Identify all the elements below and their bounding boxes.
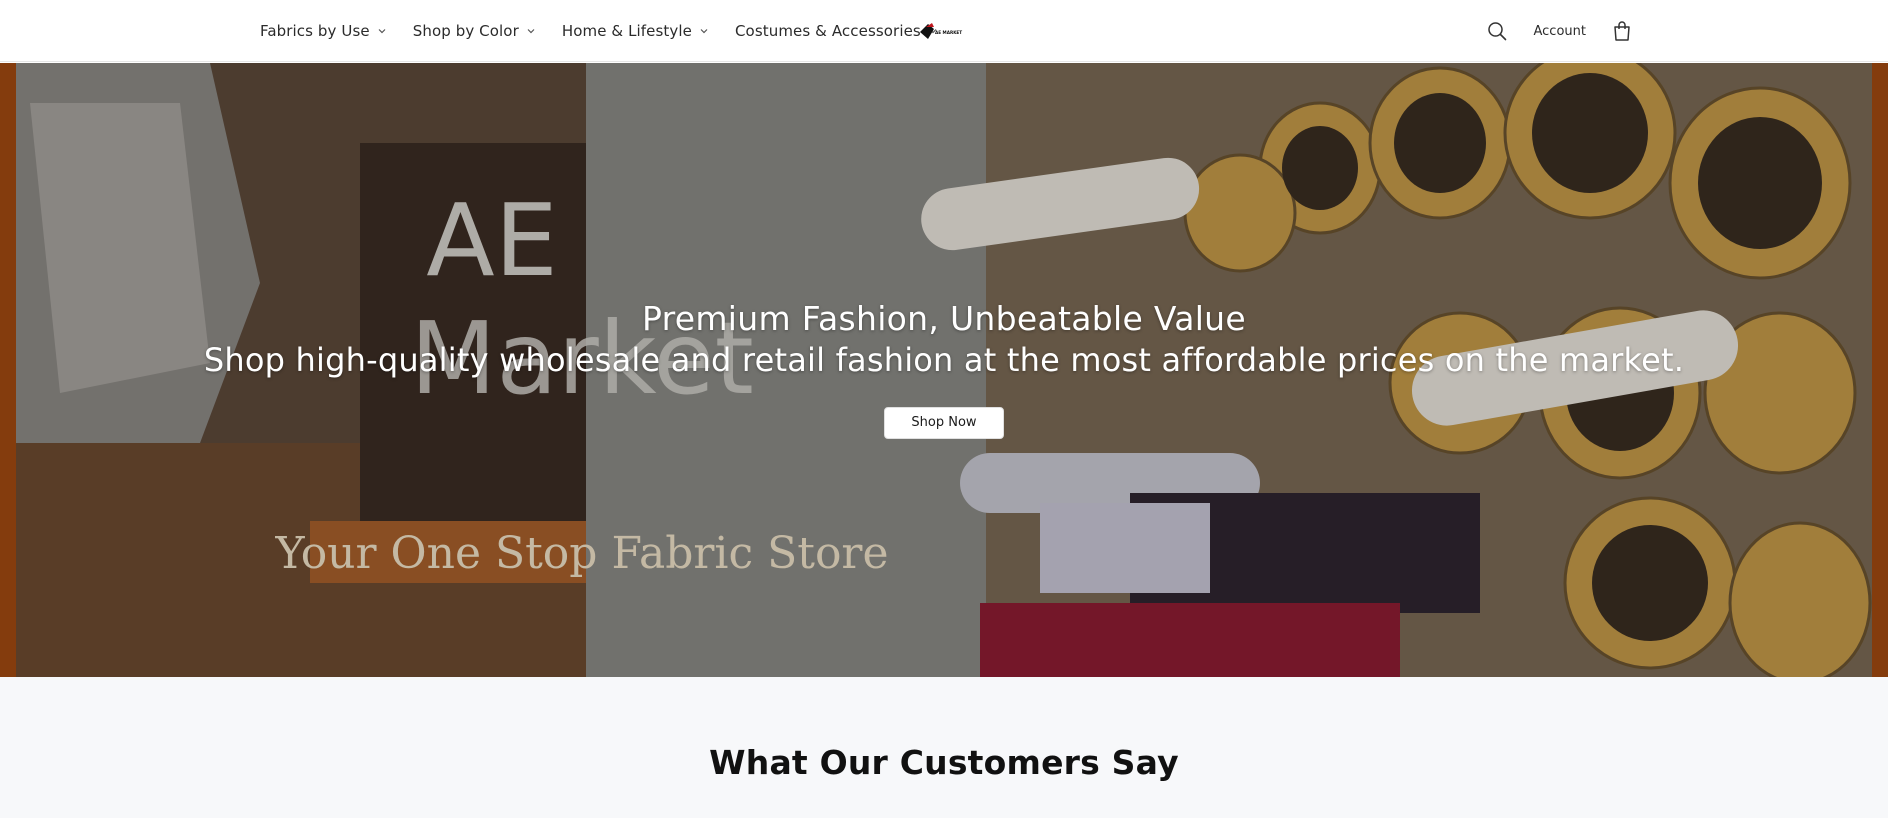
header-actions: Account [1486,0,1633,62]
hero-content: Premium Fashion, Unbeatable Value Shop h… [0,299,1888,439]
account-link[interactable]: Account [1534,24,1587,39]
nav-item-label: Fabrics by Use [260,22,370,40]
site-header: Fabrics by Use Shop by Color Home & Life… [0,0,1888,62]
nav-item-label: Costumes & Accessories [734,22,921,40]
nav-item-fabrics-by-use[interactable]: Fabrics by Use [260,22,387,40]
nav-item-label: Home & Lifestyle [561,22,692,40]
main-nav: Fabrics by Use Shop by Color Home & Life… [260,0,964,62]
shopping-bag-icon[interactable] [1612,20,1632,42]
nav-item-shop-by-color[interactable]: Shop by Color [413,22,536,40]
shop-now-button[interactable]: Shop Now [884,407,1004,439]
testimonials-section: What Our Customers Say [0,677,1888,818]
site-logo[interactable]: AE MARKET [918,19,970,43]
nav-item-home-lifestyle[interactable]: Home & Lifestyle [562,22,709,40]
hero-subtitle: Shop high-quality wholesale and retail f… [203,341,1685,379]
svg-text:AE MARKET: AE MARKET [935,30,962,35]
nav-item-label: Shop by Color [412,22,519,40]
hero-title: Premium Fashion, Unbeatable Value [642,299,1246,338]
hero-banner: AE Market Your One Stop Fabric Store Pre… [0,63,1888,677]
section-title: What Our Customers Say [709,743,1179,782]
chevron-down-icon [378,29,386,34]
chevron-down-icon [700,29,708,34]
nav-item-costumes-accessories[interactable]: Costumes & Accessories [735,22,938,40]
chevron-down-icon [527,29,535,34]
search-icon[interactable] [1486,20,1508,42]
